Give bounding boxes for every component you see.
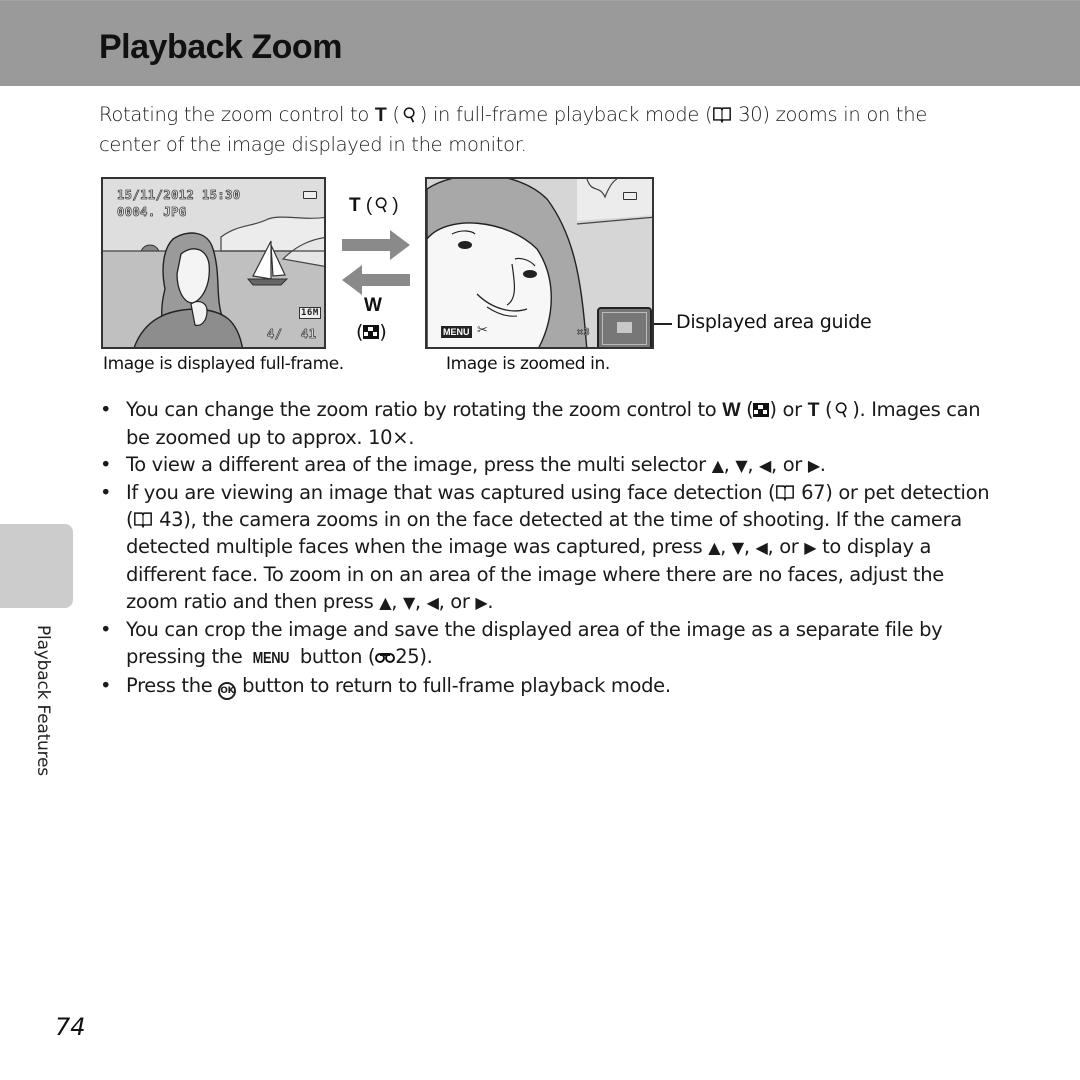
up-arrow-icon: ▲ xyxy=(379,593,392,612)
scissors-icon: ✂ xyxy=(477,323,488,338)
fullframe-playback-screen: 15/11/2012 15:30 0004. JPG 16M 4/ 41 xyxy=(101,177,326,349)
down-arrow-icon: ▼ xyxy=(402,593,415,612)
wide-label: W xyxy=(364,295,382,316)
left-arrow-icon: ◀ xyxy=(759,456,772,475)
battery-icon xyxy=(623,192,637,200)
frame-counter: 4/ xyxy=(267,327,283,342)
section-tab xyxy=(0,524,73,608)
section-label: Playback Features xyxy=(33,625,53,776)
left-arrow-icon: ◀ xyxy=(755,538,768,557)
right-arrow-icon: ▶ xyxy=(807,456,820,475)
right-arrow-icon: ▶ xyxy=(804,538,817,557)
guide-callout-line xyxy=(654,323,672,325)
book-reference-icon xyxy=(133,508,153,529)
down-arrow-icon: ▼ xyxy=(731,538,744,557)
tele-label: T () xyxy=(349,195,399,216)
down-arrow-icon: ▼ xyxy=(735,456,748,475)
page-title: Playback Zoom xyxy=(99,28,342,66)
displayed-area-guide xyxy=(597,307,652,347)
intro-paragraph: Rotating the zoom control to T () in ful… xyxy=(99,102,928,156)
frame-total: 41 xyxy=(301,327,317,342)
reference-section-icon xyxy=(375,643,396,663)
up-arrow-icon: ▲ xyxy=(708,538,721,557)
thumbnail-grid-icon xyxy=(753,397,770,417)
menu-button-glyph: MENU xyxy=(252,650,290,667)
zoom-out-arrow-icon xyxy=(342,265,410,295)
thumbnail-label: () xyxy=(356,321,387,343)
reference-page: 30 xyxy=(738,103,763,126)
zoomed-caption: Image is zoomed in. xyxy=(446,354,610,374)
right-arrow-icon: ▶ xyxy=(475,593,488,612)
list-item: You can crop the image and save the disp… xyxy=(100,616,1000,672)
t-key-label: T xyxy=(374,104,387,126)
date-time-readout: 15/11/2012 15:30 xyxy=(117,188,241,203)
list-item: You can change the zoom ratio by rotatin… xyxy=(100,396,1000,451)
list-item: To view a different area of the image, p… xyxy=(100,451,1000,479)
book-reference-icon xyxy=(775,481,795,502)
menu-crop-hint: MENU xyxy=(441,326,472,338)
list-item: Press the OK button to return to full-fr… xyxy=(100,672,1000,700)
magnifier-icon xyxy=(400,102,420,123)
page-number: 74 xyxy=(55,1013,86,1041)
zoom-ratio-readout: ×3 xyxy=(577,327,591,339)
guide-callout-label: Displayed area guide xyxy=(676,311,872,333)
zoomed-playback-screen: MENU ✂ ×3 xyxy=(425,177,654,349)
ok-button-icon: OK xyxy=(218,682,237,700)
battery-icon xyxy=(303,191,317,199)
zoom-in-arrow-icon xyxy=(342,230,410,260)
thumbnail-grid-icon xyxy=(363,322,380,339)
guide-viewport-marker xyxy=(617,322,632,333)
zoom-arrows xyxy=(342,230,410,295)
up-arrow-icon: ▲ xyxy=(711,456,724,475)
instruction-list: You can change the zoom ratio by rotatin… xyxy=(100,396,1000,700)
magnifier-icon xyxy=(372,196,392,213)
image-size-badge: 16M xyxy=(299,307,321,319)
magnifier-icon xyxy=(832,398,852,418)
left-arrow-icon: ◀ xyxy=(426,593,439,612)
fullframe-caption: Image is displayed full-frame. xyxy=(103,354,344,374)
list-item: If you are viewing an image that was cap… xyxy=(100,479,1000,616)
book-reference-icon xyxy=(712,102,732,124)
filename-readout: 0004. JPG xyxy=(117,205,187,220)
